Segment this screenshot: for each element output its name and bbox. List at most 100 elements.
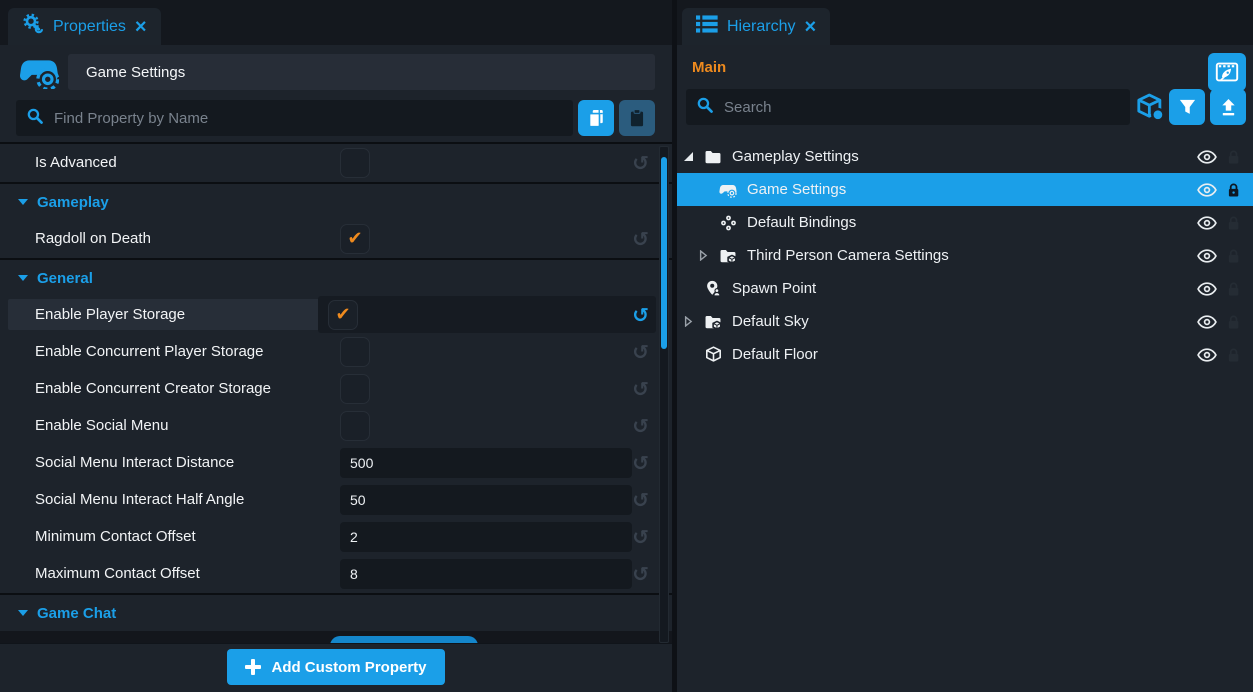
number-input[interactable] bbox=[340, 559, 632, 589]
lock-icon[interactable] bbox=[1221, 248, 1245, 264]
property-label: Enable Social Menu bbox=[0, 410, 330, 441]
property-row: Enable Concurrent Creator Storage ✔ ↺ bbox=[0, 370, 672, 407]
property-label: Social Menu Interact Distance bbox=[0, 447, 330, 478]
asset-cube-icon[interactable] bbox=[1130, 93, 1169, 121]
tree-item-game-settings[interactable]: Game Settings bbox=[677, 173, 1253, 206]
tree-item-gameplay-settings[interactable]: Gameplay Settings bbox=[677, 140, 1253, 173]
tree-item-third-person-camera-settings[interactable]: Third Person Camera Settings bbox=[677, 239, 1253, 272]
property-label: Enable Concurrent Player Storage bbox=[0, 336, 330, 367]
hierarchy-search[interactable] bbox=[686, 89, 1130, 125]
reset-icon[interactable]: ↺ bbox=[632, 527, 649, 547]
section-header-general[interactable]: General bbox=[0, 258, 672, 296]
checkbox-checked[interactable]: ✔ bbox=[340, 224, 370, 254]
chevron-down-icon bbox=[18, 275, 28, 281]
properties-scrollbar[interactable] bbox=[659, 146, 669, 643]
reset-icon[interactable]: ↺ bbox=[632, 453, 649, 473]
reset-icon[interactable]: ↺ bbox=[632, 490, 649, 510]
reset-icon[interactable]: ↺ bbox=[632, 342, 649, 362]
number-input[interactable] bbox=[340, 485, 632, 515]
add-custom-property-label: Add Custom Property bbox=[271, 659, 426, 676]
lock-icon[interactable] bbox=[1221, 281, 1245, 297]
visibility-eye-icon[interactable] bbox=[1193, 183, 1221, 197]
checkbox-unchecked[interactable]: ✔ bbox=[340, 411, 370, 441]
tree-item-label: Spawn Point bbox=[732, 280, 1193, 297]
property-label: Social Menu Interact Half Angle bbox=[0, 484, 330, 515]
close-icon[interactable]: × bbox=[804, 17, 816, 37]
copy-properties-button[interactable] bbox=[578, 100, 614, 136]
lock-icon[interactable] bbox=[1221, 215, 1245, 231]
reset-icon[interactable]: ↺ bbox=[632, 416, 649, 436]
clipped-row-strip bbox=[0, 631, 672, 643]
plus-icon bbox=[245, 659, 261, 675]
visibility-eye-icon[interactable] bbox=[1193, 216, 1221, 230]
checkbox-checked[interactable]: ✔ bbox=[328, 300, 358, 330]
reset-icon[interactable]: ↺ bbox=[632, 564, 649, 584]
visibility-eye-icon[interactable] bbox=[1193, 282, 1221, 296]
property-search-input[interactable] bbox=[52, 109, 563, 128]
launch-preview-button[interactable] bbox=[1208, 53, 1246, 91]
object-name: Game Settings bbox=[86, 64, 185, 81]
add-custom-property-button[interactable]: Add Custom Property bbox=[227, 649, 444, 685]
section-header-game-chat[interactable]: Game Chat bbox=[0, 593, 672, 631]
check-icon: ✔ bbox=[347, 230, 362, 248]
tree-item-default-sky[interactable]: Default Sky bbox=[677, 305, 1253, 338]
number-input[interactable] bbox=[340, 448, 632, 478]
visibility-eye-icon[interactable] bbox=[1193, 150, 1221, 164]
lock-icon[interactable] bbox=[1221, 182, 1245, 198]
filter-button[interactable] bbox=[1169, 89, 1205, 125]
tab-hierarchy[interactable]: Hierarchy × bbox=[682, 8, 830, 45]
section-header-label: Game Chat bbox=[37, 605, 116, 622]
tree-item-default-floor[interactable]: Default Floor bbox=[677, 338, 1253, 371]
property-row: Enable Social Menu✔↺ bbox=[0, 407, 672, 444]
property-row: Enable Player Storage ✔ ↺ bbox=[0, 296, 672, 333]
close-icon[interactable]: × bbox=[135, 17, 147, 37]
hierarchy-tree: Gameplay SettingsGame SettingsDefault Bi… bbox=[677, 140, 1253, 371]
tree-item-label: Third Person Camera Settings bbox=[747, 247, 1193, 264]
property-search[interactable] bbox=[16, 100, 573, 136]
cube-icon bbox=[700, 346, 726, 363]
visibility-eye-icon[interactable] bbox=[1193, 315, 1221, 329]
property-value: ↺ bbox=[330, 444, 656, 481]
lock-icon[interactable] bbox=[1221, 149, 1245, 165]
reset-icon[interactable]: ↺ bbox=[632, 229, 649, 249]
object-name-field[interactable]: Game Settings bbox=[68, 54, 655, 90]
chevron-down-icon bbox=[18, 610, 28, 616]
search-icon bbox=[26, 107, 44, 130]
section-header-gameplay[interactable]: Gameplay bbox=[0, 182, 672, 220]
search-icon bbox=[696, 96, 714, 119]
property-row: Social Menu Interact Distance ↺ bbox=[0, 444, 672, 481]
folder-box-icon bbox=[715, 248, 741, 264]
lock-icon[interactable] bbox=[1221, 347, 1245, 363]
property-label: Ragdoll on Death bbox=[0, 223, 330, 254]
publish-button[interactable] bbox=[1210, 89, 1246, 125]
collapse-arrow-icon[interactable] bbox=[699, 250, 708, 261]
lock-icon[interactable] bbox=[1221, 314, 1245, 330]
checkbox-unchecked[interactable]: ✔ bbox=[340, 374, 370, 404]
tree-item-default-bindings[interactable]: Default Bindings bbox=[677, 206, 1253, 239]
visibility-eye-icon[interactable] bbox=[1193, 249, 1221, 263]
number-input[interactable] bbox=[340, 522, 632, 552]
gamepad-icon bbox=[715, 182, 741, 198]
reset-icon[interactable]: ↺ bbox=[632, 153, 649, 173]
property-value: ✔↺ bbox=[330, 333, 656, 370]
paste-properties-button[interactable] bbox=[619, 100, 655, 136]
collapse-arrow-icon[interactable] bbox=[684, 316, 693, 327]
hierarchy-header: Main bbox=[677, 45, 1253, 125]
property-value: ✔↺ bbox=[330, 407, 656, 444]
tree-item-spawn-point[interactable]: Spawn Point bbox=[677, 272, 1253, 305]
visibility-eye-icon[interactable] bbox=[1193, 348, 1221, 362]
scrollbar-thumb[interactable] bbox=[661, 157, 667, 349]
property-row: Minimum Contact Offset↺ bbox=[0, 518, 672, 555]
property-value: ✔↺ bbox=[330, 144, 656, 181]
checkbox-unchecked[interactable]: ✔ bbox=[340, 337, 370, 367]
reset-icon[interactable]: ↺ bbox=[632, 305, 649, 325]
reset-icon[interactable]: ↺ bbox=[632, 379, 649, 399]
property-label: Enable Player Storage bbox=[8, 299, 320, 330]
hierarchy-search-input[interactable] bbox=[722, 98, 1120, 117]
property-label: Enable Concurrent Creator Storage bbox=[0, 373, 330, 404]
checkbox-unchecked[interactable]: ✔ bbox=[340, 148, 370, 178]
tab-properties[interactable]: Properties × bbox=[8, 8, 161, 45]
expand-arrow-icon[interactable] bbox=[684, 152, 693, 161]
property-value: ↺ bbox=[330, 518, 656, 555]
clipped-dropdown[interactable] bbox=[330, 636, 478, 643]
